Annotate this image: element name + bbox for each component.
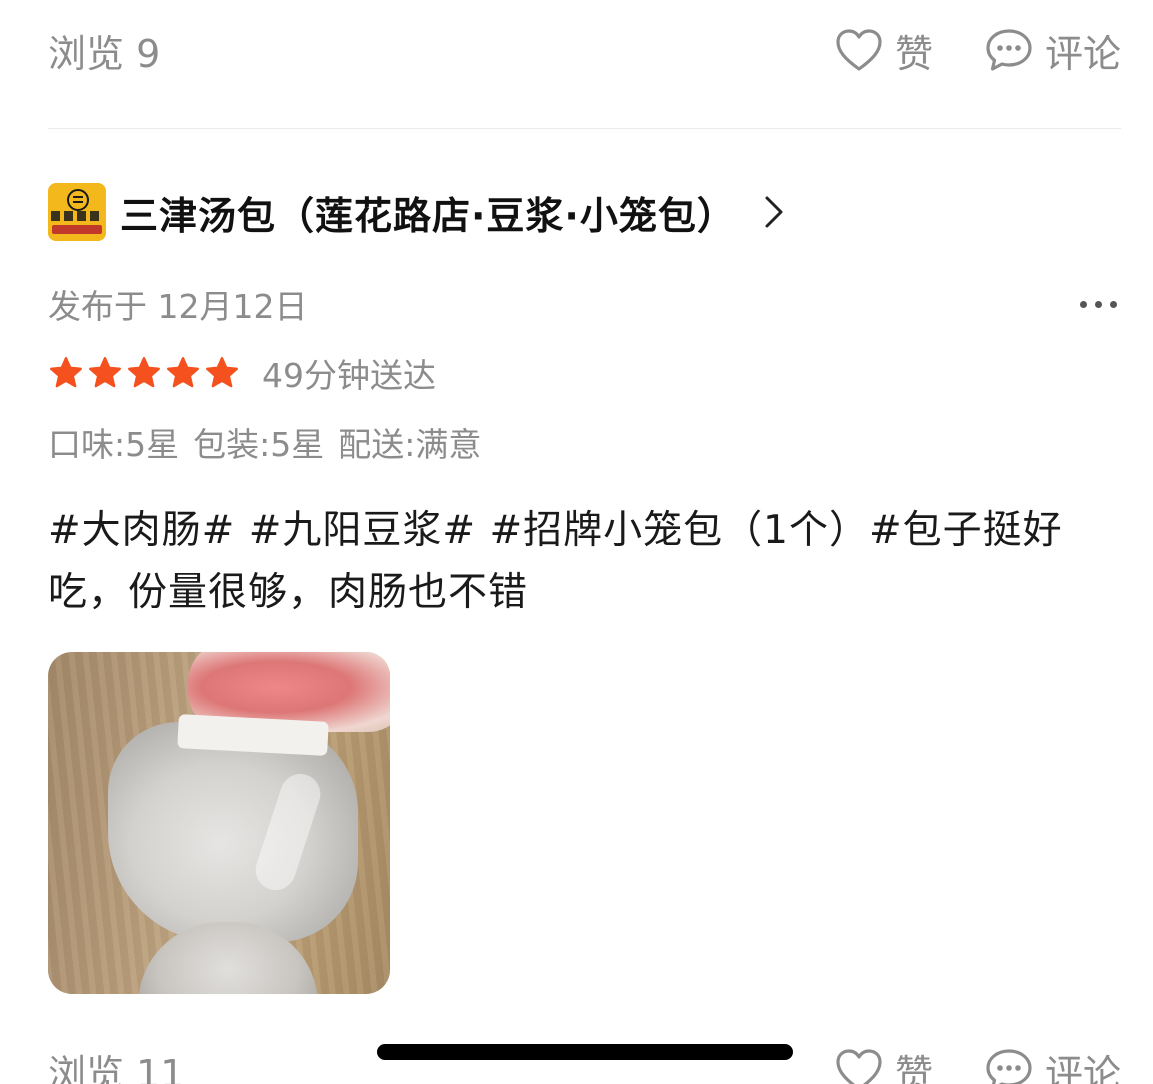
packaging-rating: 包装:5星	[193, 425, 325, 464]
store-name: 三津汤包（莲花路店·豆浆·小笼包）	[120, 193, 736, 238]
home-indicator	[377, 1044, 793, 1060]
like-button[interactable]: 赞	[835, 1043, 933, 1084]
publish-row: 发布于 12月12日	[48, 282, 1121, 326]
star-icon	[167, 357, 199, 388]
store-link[interactable]: 三津汤包（莲花路店·豆浆·小笼包）	[48, 183, 784, 241]
section-divider	[48, 128, 1121, 129]
delivery-rating: 配送:满意	[338, 425, 482, 464]
star-icon	[128, 357, 160, 388]
review-line: 吃，份量很够，肉肠也不错	[48, 570, 529, 615]
heart-outline-icon	[836, 29, 882, 71]
like-label: 赞	[894, 31, 933, 76]
comment-button[interactable]: 评论	[985, 23, 1121, 78]
top-actions: 赞 评论	[835, 23, 1121, 78]
views-count: 浏览 11	[48, 1051, 185, 1084]
like-label: 赞	[894, 1051, 933, 1084]
delivery-time: 49分钟送达	[262, 356, 436, 395]
heart-outline-icon	[836, 1049, 882, 1084]
top-stats-bar: 浏览 9 赞 评论	[48, 20, 1121, 80]
taste-rating: 口味:5星	[48, 425, 180, 464]
views-count: 浏览 9	[48, 31, 161, 76]
star-icon	[50, 357, 82, 388]
more-horizontal-icon[interactable]	[1076, 295, 1121, 314]
like-button[interactable]: 赞	[835, 23, 933, 78]
chevron-right-icon	[765, 196, 783, 228]
review-feed: 浏览 9 赞 评论 三津汤包（莲花路店·豆浆·小笼包） 发布于 12月12日 4…	[0, 0, 1153, 1084]
comment-button[interactable]: 评论	[985, 1043, 1121, 1084]
comment-label: 评论	[1044, 1051, 1121, 1084]
publish-date: 发布于 12月12日	[48, 287, 308, 326]
chat-bubble-icon	[986, 1049, 1032, 1084]
star-rating	[48, 356, 240, 390]
store-logo	[48, 183, 106, 241]
star-icon	[89, 357, 121, 388]
chat-bubble-icon	[986, 29, 1032, 71]
review-text: #大肉肠# #九阳豆浆# #招牌小笼包（1个）#包子挺好 吃，份量很够，肉肠也不…	[48, 500, 1108, 624]
review-photo[interactable]	[48, 652, 390, 994]
sub-ratings: 口味:5星 包装:5星 配送:满意	[48, 418, 481, 466]
star-icon	[206, 357, 238, 388]
review-line: #大肉肠# #九阳豆浆# #招牌小笼包（1个）#包子挺好	[48, 508, 1063, 553]
bottom-actions: 赞 评论	[835, 1043, 1121, 1084]
rating-row: 49分钟送达	[48, 350, 436, 396]
comment-label: 评论	[1044, 31, 1121, 76]
